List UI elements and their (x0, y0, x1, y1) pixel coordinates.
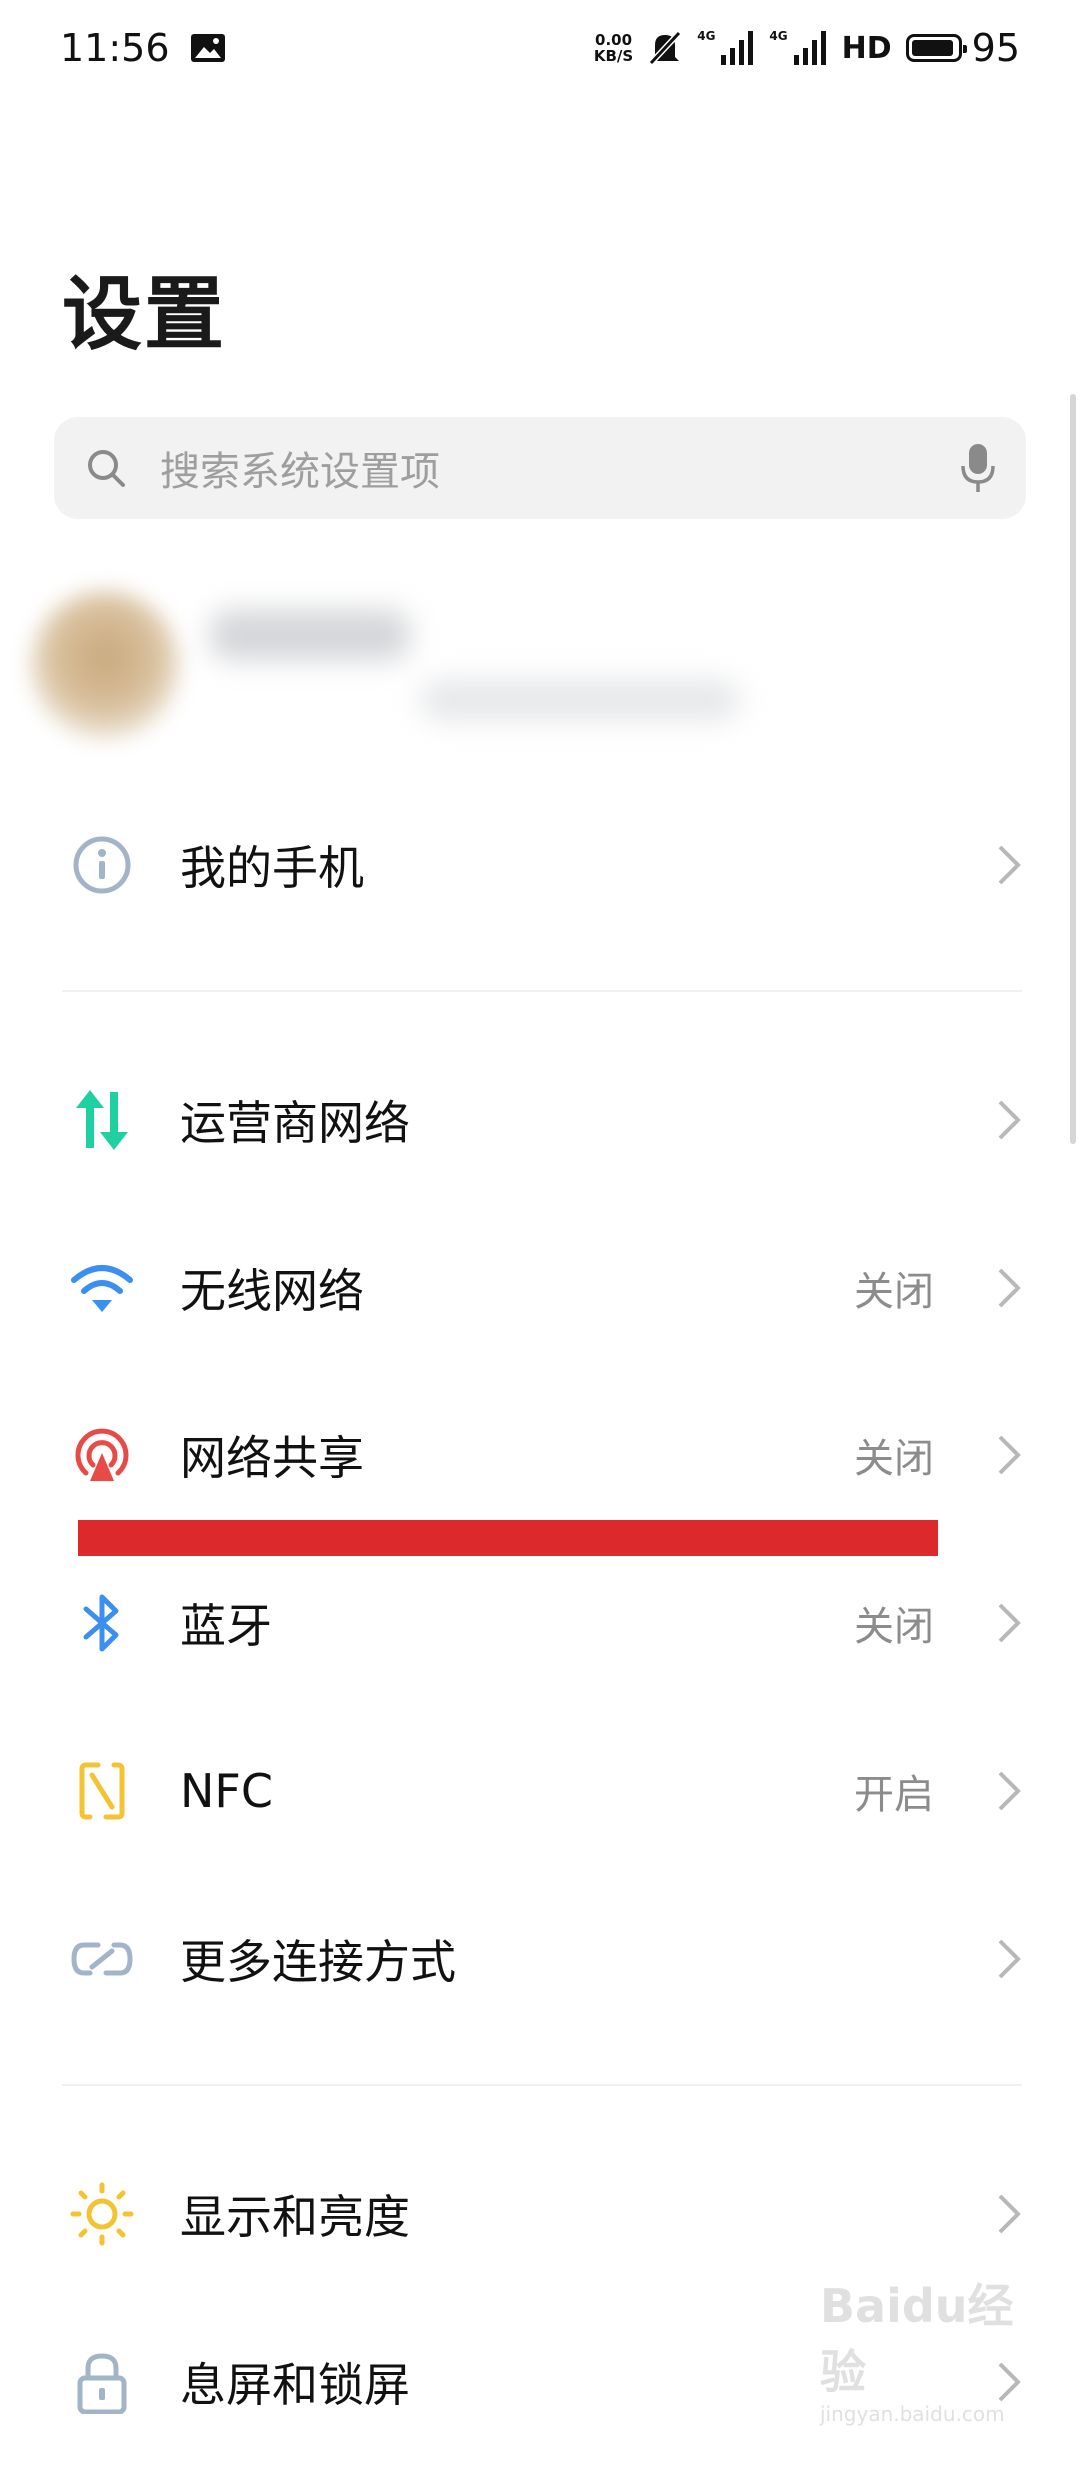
chevron-right-icon (998, 845, 1021, 885)
search-icon (88, 450, 125, 487)
status-value: 开启 (854, 1772, 934, 1818)
nfc-icon (70, 1759, 134, 1823)
page-title: 设置 (62, 268, 226, 361)
settings-item-label: 息屏和锁屏 (180, 2358, 410, 2412)
chevron-right-icon (998, 1771, 1021, 1811)
status-bar: 11:56 0.00 KB/S 4G 4G HD 95 (0, 0, 1080, 96)
settings-item-carrier-network[interactable]: 运营商网络 (0, 1036, 1080, 1204)
link-icon (70, 1927, 134, 1991)
settings-item-label: 无线网络 (180, 1264, 364, 1318)
settings-item-label: 运营商网络 (180, 1096, 410, 1150)
settings-item-label: 网络共享 (180, 1431, 364, 1485)
chevron-right-icon (998, 1268, 1021, 1308)
settings-item-hotspot[interactable]: 网络共享 关闭 (0, 1371, 1080, 1539)
chevron-right-icon (998, 1939, 1021, 1979)
settings-item-label: 我的手机 (180, 841, 364, 895)
section-divider (62, 990, 1022, 992)
chevron-right-icon (998, 1603, 1021, 1643)
search-bar[interactable]: 搜索系统设置项 (54, 417, 1026, 519)
section-divider (62, 2084, 1022, 2086)
battery-indicator: 95 (905, 26, 1020, 70)
info-icon (70, 833, 134, 897)
settings-item-bluetooth[interactable]: 蓝牙 关闭 (0, 1539, 1080, 1707)
account-name-blurred (210, 610, 410, 660)
scrollbar[interactable] (1070, 394, 1076, 1144)
settings-item-label: 显示和亮度 (180, 2190, 410, 2244)
network-speed: 0.00 KB/S (593, 31, 634, 65)
hotspot-icon (70, 1423, 134, 1487)
status-value: 关闭 (854, 1604, 934, 1650)
watermark-logo: Baidu经验 jingyan.baidu.com (820, 2279, 1014, 2426)
avatar (30, 590, 180, 740)
gallery-notification-icon (190, 34, 225, 62)
account-subtitle-blurred (420, 680, 740, 720)
status-value: 关闭 (854, 1269, 934, 1315)
settings-item-nfc[interactable]: NFC 开启 (0, 1707, 1080, 1875)
chevron-right-icon (998, 1435, 1021, 1475)
search-input[interactable]: 搜索系统设置项 (160, 439, 958, 497)
mute-icon (649, 30, 682, 66)
battery-icon (905, 34, 967, 62)
signal-strength-icon (793, 31, 826, 65)
settings-item-more-connections[interactable]: 更多连接方式 (0, 1875, 1080, 2043)
settings-item-label: 更多连接方式 (180, 1935, 456, 1989)
hd-voice-indicator: HD (841, 30, 892, 66)
signal2-type: 4G (769, 29, 788, 43)
brightness-icon (70, 2182, 134, 2246)
chevron-right-icon (998, 1100, 1021, 1140)
status-value: 关闭 (854, 1436, 934, 1482)
mobile-data-icon (70, 1088, 134, 1152)
wifi-icon (70, 1256, 134, 1320)
chevron-right-icon (998, 2194, 1021, 2234)
battery-percent: 95 (971, 26, 1020, 70)
status-time: 11:56 (60, 26, 170, 70)
signal-strength-icon (721, 31, 754, 65)
account-card[interactable] (20, 570, 780, 760)
signal1-type: 4G (697, 29, 716, 43)
bluetooth-icon (70, 1591, 134, 1655)
settings-item-label: NFC (180, 1764, 273, 1818)
settings-item-my-phone[interactable]: 我的手机 (0, 781, 1080, 949)
lock-icon (70, 2350, 134, 2414)
microphone-icon[interactable] (958, 442, 998, 494)
battery-fill (911, 40, 954, 56)
settings-item-label: 蓝牙 (180, 1599, 272, 1653)
settings-item-wifi[interactable]: 无线网络 关闭 (0, 1204, 1080, 1372)
